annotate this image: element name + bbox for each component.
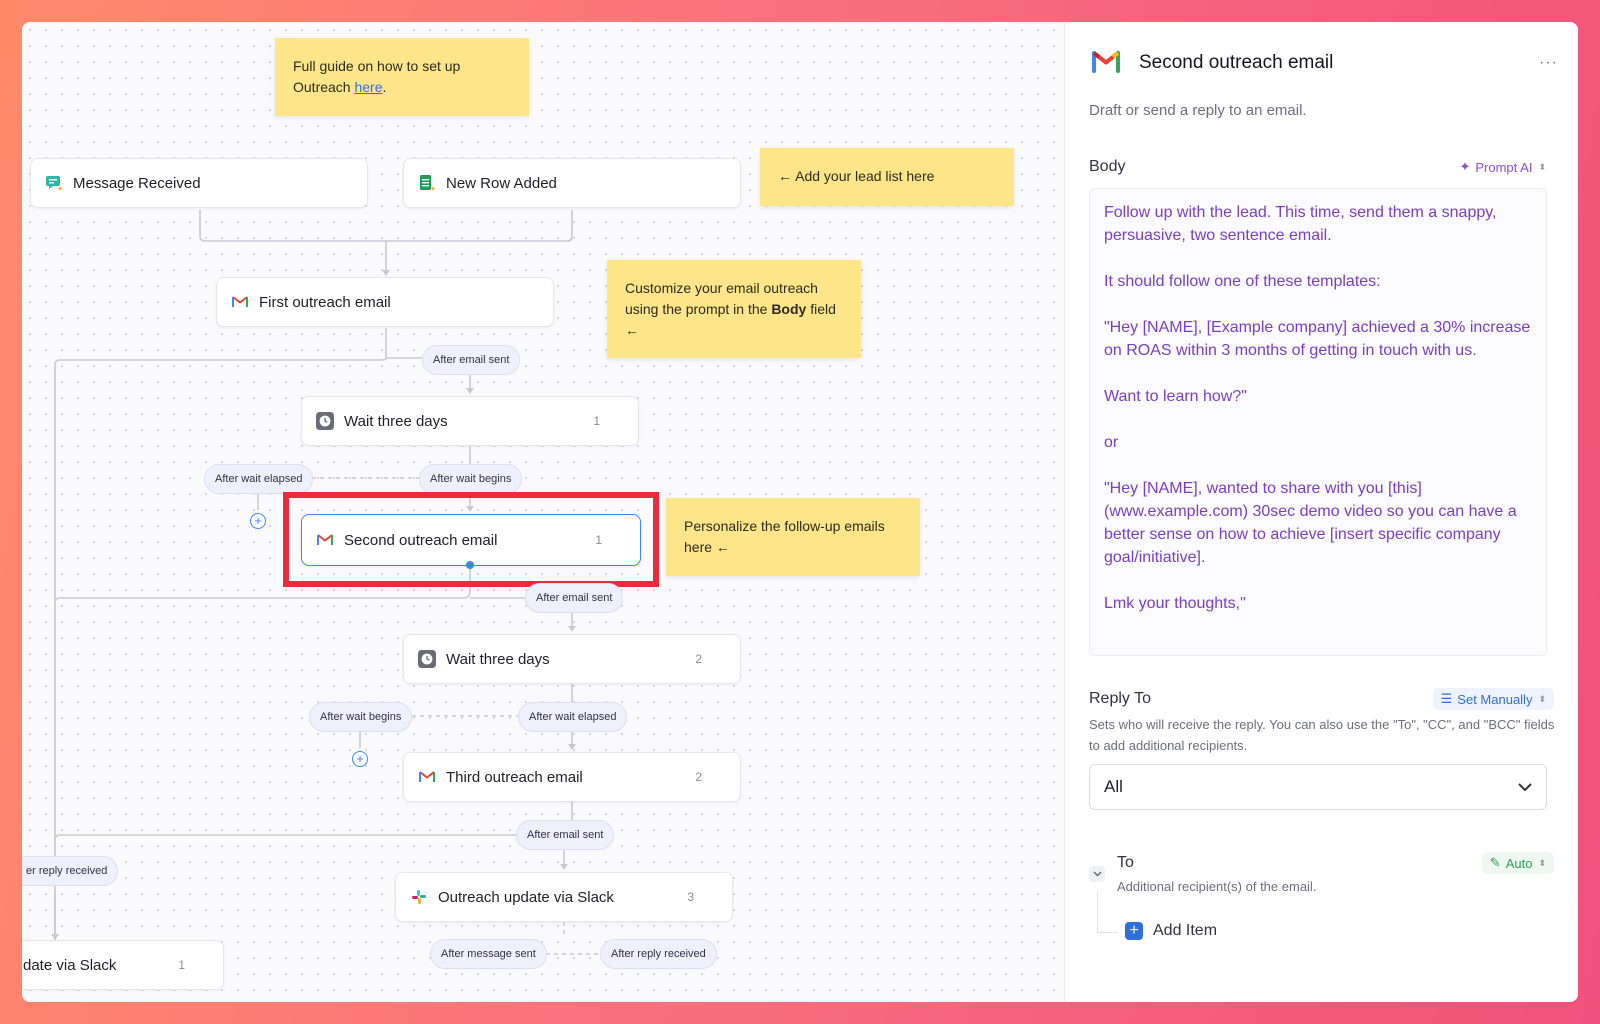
node-label: date via Slack bbox=[23, 956, 117, 974]
branch-after-wait-begins-2[interactable]: After wait begins bbox=[309, 702, 413, 732]
gmail-icon bbox=[231, 293, 249, 311]
branch-after-wait-elapsed-1[interactable]: After wait elapsed bbox=[204, 464, 314, 494]
node-third-outreach-email[interactable]: Third outreach email 2 bbox=[403, 752, 741, 802]
branch-after-message-sent[interactable]: After message sent bbox=[430, 939, 547, 969]
branch-reply-received-left[interactable]: er reply received bbox=[22, 856, 119, 886]
merge-line bbox=[199, 210, 573, 242]
run-count: 1 bbox=[178, 958, 185, 972]
node-wait-three-days-2[interactable]: Wait three days 2 bbox=[403, 634, 741, 684]
gmail-icon bbox=[1091, 50, 1123, 76]
personalize-note: Personalize the follow-up emails here ← bbox=[666, 498, 920, 576]
plus-icon: + bbox=[1125, 922, 1143, 940]
node-first-outreach-email[interactable]: First outreach email bbox=[216, 277, 554, 327]
body-label: Body bbox=[1089, 158, 1126, 175]
node-label: New Row Added bbox=[446, 174, 557, 192]
branch-after-reply-received[interactable]: After reply received bbox=[600, 939, 717, 969]
branch-after-email-sent-2[interactable]: After email sent bbox=[525, 583, 624, 613]
add-step-plus-icon[interactable]: + bbox=[352, 751, 368, 767]
tree-connector bbox=[1097, 892, 1118, 933]
branch-after-email-sent-1[interactable]: After email sent bbox=[422, 345, 521, 375]
run-count: 3 bbox=[687, 890, 694, 904]
body-prompt-editor[interactable]: Follow up with the lead. This time, send… bbox=[1089, 188, 1547, 656]
chevron-updown-icon: ⬍ bbox=[1538, 857, 1546, 868]
reply-to-label: Reply To bbox=[1089, 690, 1151, 707]
guide-link[interactable]: here bbox=[354, 79, 382, 95]
reply-to-mode-select[interactable]: ☰ Set Manually ⬍ bbox=[1432, 688, 1554, 710]
guide-note: Full guide on how to set up Outreach her… bbox=[275, 38, 529, 116]
loop-line-left-3 bbox=[54, 834, 516, 841]
add-item-button[interactable]: + Add Item bbox=[1125, 922, 1217, 940]
to-mode-select[interactable]: ✎ Auto ⬍ bbox=[1481, 852, 1554, 874]
node-label: Second outreach email bbox=[344, 531, 498, 549]
sparkle-icon: ✦ bbox=[1459, 159, 1471, 174]
node-label: Outreach update via Slack bbox=[438, 888, 614, 906]
customize-note: Customize your email outreach using the … bbox=[607, 260, 861, 358]
lead-list-note: ← Add your lead list here bbox=[760, 148, 1014, 206]
branch-after-wait-begins-1[interactable]: After wait begins bbox=[419, 464, 523, 494]
run-count: 2 bbox=[695, 770, 702, 784]
branch-after-email-sent-3[interactable]: After email sent bbox=[516, 820, 615, 850]
chevron-down-icon bbox=[1518, 777, 1532, 797]
reply-to-help: Sets who will receive the reply. You can… bbox=[1089, 717, 1555, 753]
chevron-updown-icon: ⬍ bbox=[1538, 161, 1546, 172]
step-config-panel: Second outreach email ··· Draft or send … bbox=[1064, 22, 1578, 1002]
more-options-button[interactable]: ··· bbox=[1539, 54, 1558, 72]
node-label: First outreach email bbox=[259, 293, 391, 311]
collapse-to-chevron-icon[interactable] bbox=[1089, 866, 1105, 882]
body-mode-select[interactable]: ✦ Prompt AI ⬍ bbox=[1451, 156, 1554, 178]
gmail-icon bbox=[418, 768, 436, 786]
node-label: Wait three days bbox=[344, 412, 448, 430]
node-wait-three-days-1[interactable]: Wait three days 1 bbox=[301, 396, 639, 446]
magic-wand-icon: ✎ bbox=[1489, 855, 1501, 870]
panel-title: Second outreach email bbox=[1139, 52, 1334, 73]
to-help: Additional recipient(s) of the email. bbox=[1117, 879, 1317, 894]
run-count: 1 bbox=[595, 533, 602, 547]
chevron-updown-icon: ⬍ bbox=[1538, 693, 1546, 704]
node-label: Wait three days bbox=[446, 650, 550, 668]
node-outreach-update-slack[interactable]: Outreach update via Slack 3 bbox=[395, 872, 733, 922]
add-step-plus-icon[interactable]: + bbox=[250, 513, 266, 529]
to-label: To bbox=[1117, 854, 1134, 871]
slack-icon bbox=[410, 888, 428, 906]
reply-to-dropdown[interactable]: All bbox=[1089, 764, 1547, 810]
list-settings-icon: ☰ bbox=[1440, 691, 1453, 706]
gmail-icon bbox=[316, 531, 334, 549]
run-count: 1 bbox=[593, 414, 600, 428]
node-label: Third outreach email bbox=[446, 768, 583, 786]
node-second-outreach-email[interactable]: Second outreach email 1 bbox=[301, 514, 641, 566]
node-slack-update-left[interactable]: date via Slack 1 bbox=[22, 940, 224, 990]
panel-description: Draft or send a reply to an email. bbox=[1089, 102, 1307, 119]
clock-icon bbox=[316, 412, 334, 430]
output-handle[interactable] bbox=[466, 561, 474, 569]
chat-bubble-icon bbox=[45, 174, 63, 192]
node-label: Message Received bbox=[73, 174, 201, 192]
trigger-message-received[interactable]: Message Received bbox=[30, 158, 368, 208]
trigger-new-row-added[interactable]: New Row Added bbox=[403, 158, 741, 208]
run-count: 2 bbox=[695, 652, 702, 666]
clock-icon bbox=[418, 650, 436, 668]
app-window: Full guide on how to set up Outreach her… bbox=[22, 22, 1578, 1002]
workflow-canvas[interactable]: Full guide on how to set up Outreach her… bbox=[22, 22, 1064, 1002]
spreadsheet-icon bbox=[418, 174, 436, 192]
branch-after-wait-elapsed-2[interactable]: After wait elapsed bbox=[518, 702, 628, 732]
